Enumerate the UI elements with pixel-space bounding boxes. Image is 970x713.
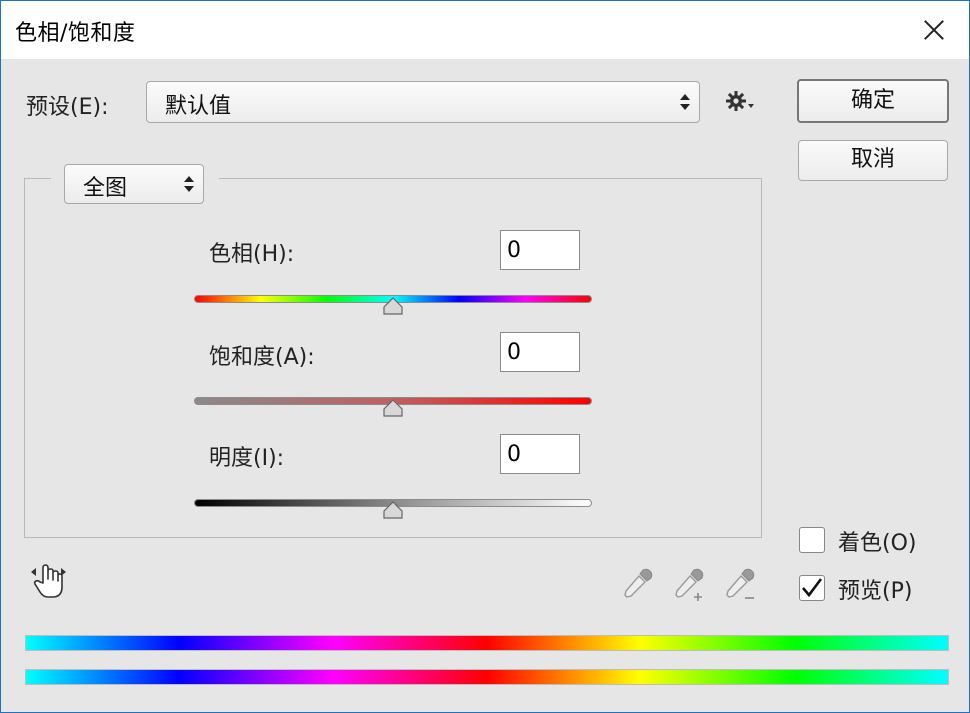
gear-icon[interactable] [725,89,761,115]
colorize-checkbox[interactable] [799,527,825,553]
hue-label: 色相(H): [209,242,295,267]
colorize-label: 着色(O) [838,531,917,556]
preview-label: 预览(P) [838,579,913,604]
preset-value: 默认值 [165,94,232,119]
select-arrows-icon [680,94,690,110]
hue-input[interactable]: 0 [500,230,580,270]
dialog-title: 色相/饱和度 [15,21,136,46]
preset-label: 预设(E): [26,95,109,120]
saturation-input[interactable]: 0 [500,332,580,372]
channel-select[interactable]: 全图 [64,164,204,204]
eyedropper-minus-icon[interactable] [723,567,759,603]
select-arrows-icon [184,176,194,192]
hue-slider-thumb[interactable] [383,297,403,315]
cancel-button[interactable]: 取消 [798,140,948,181]
lightness-label: 明度(I): [209,446,285,471]
checkmark-icon [802,578,823,598]
saturation-slider-thumb[interactable] [383,399,403,417]
eyedropper-plus-icon[interactable] [672,567,708,603]
lightness-input[interactable]: 0 [500,434,580,474]
preset-select[interactable]: 默认值 [146,81,700,123]
lightness-slider-thumb[interactable] [383,501,403,519]
saturation-label: 饱和度(A): [209,345,315,370]
adjustment-group [24,178,762,538]
hue-saturation-dialog: 色相/饱和度 预设(E): 默认值 确定 取消 全图 色相(H): 0 饱和度(… [0,0,970,713]
preview-checkbox[interactable] [799,575,825,601]
ok-button[interactable]: 确定 [797,79,949,123]
title-bar: 色相/饱和度 [1,1,969,59]
output-color-bar [25,669,949,685]
input-color-bar [25,635,949,651]
close-icon[interactable] [919,15,949,45]
hand-adjust-icon[interactable] [30,563,68,599]
eyedropper-icon[interactable] [621,567,655,601]
channel-value: 全图 [83,176,128,201]
